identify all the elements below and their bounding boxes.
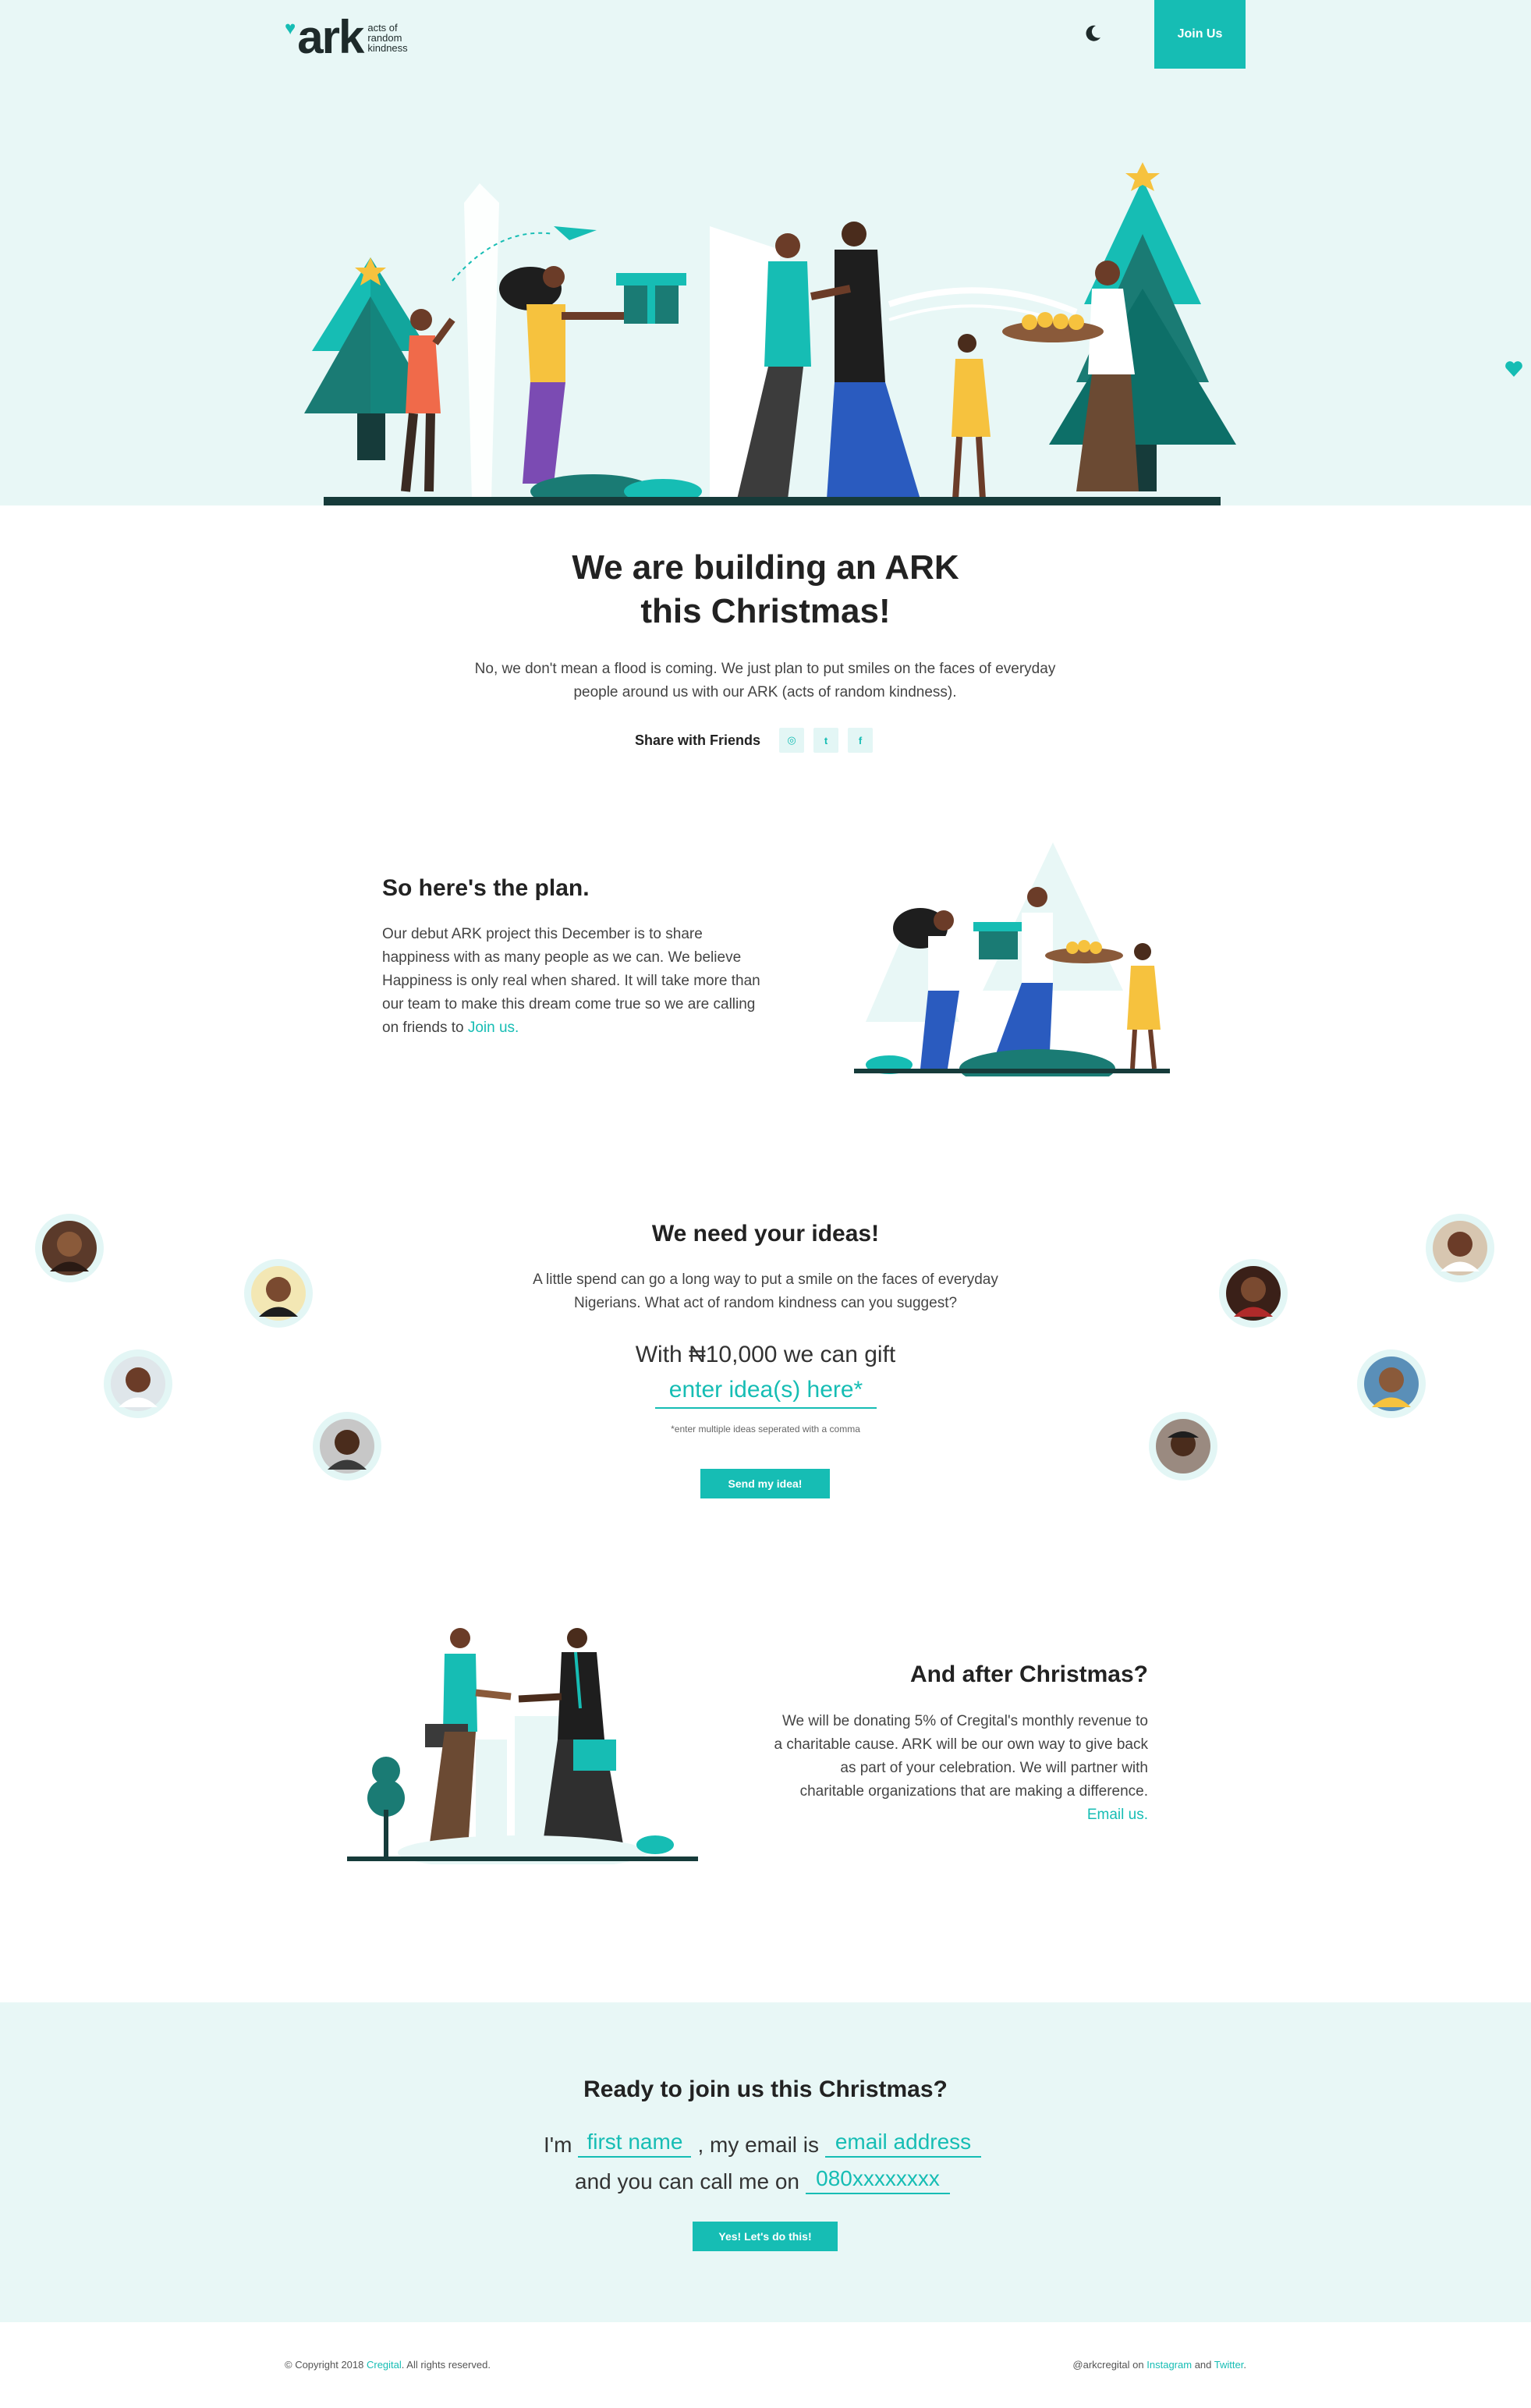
copyright: © Copyright 2018 Cregital. All rights re… [285, 2359, 491, 2371]
idea-input[interactable] [655, 1373, 877, 1409]
twitter-icon[interactable]: t [813, 728, 839, 753]
after-christmas-text: We will be donating 5% of Cregital's mon… [774, 1713, 1148, 1823]
join-us-button[interactable]: Join Us [1154, 0, 1246, 69]
moon-icon[interactable] [1083, 23, 1103, 44]
email-prefix-label: , my email is [697, 2133, 820, 2157]
after-christmas-title: And after Christmas? [909, 1661, 1148, 1687]
email-input[interactable] [825, 2128, 982, 2158]
instagram-link[interactable]: Instagram [1146, 2359, 1192, 2371]
facebook-icon[interactable]: f [848, 728, 874, 753]
avatar [313, 1412, 381, 1481]
join-line-name-email: I'm , my email is [0, 2128, 1531, 2158]
plan-title: So here's the plan. [382, 875, 590, 901]
cregital-link[interactable]: Cregital [367, 2359, 402, 2371]
send-idea-button[interactable]: Send my idea! [700, 1469, 830, 1498]
idea-hint: *enter multiple ideas seperated with a c… [671, 1424, 860, 1435]
share-label: Share with Friends [635, 732, 761, 748]
logo-word: ark [297, 11, 364, 63]
first-name-input[interactable] [578, 2128, 692, 2158]
intro-description: No, we don't mean a flood is coming. We … [474, 661, 1056, 700]
share-row: Share with Friends ◎ t f [635, 727, 882, 754]
avatar [1219, 1259, 1288, 1328]
email-us-link[interactable]: Email us. [1087, 1807, 1148, 1823]
avatar [1149, 1412, 1217, 1481]
join-us-link[interactable]: Join us. [468, 1020, 519, 1036]
twitter-link[interactable]: Twitter [1214, 2359, 1244, 2371]
join-section [0, 2002, 1531, 2322]
plan-text: Our debut ARK project this December is t… [382, 926, 760, 1036]
instagram-icon[interactable]: ◎ [779, 728, 805, 753]
avatar [244, 1259, 313, 1328]
join-submit-button[interactable]: Yes! Let's do this! [693, 2222, 838, 2251]
ark-logo[interactable]: ♥ ark acts of random kindness [285, 14, 408, 61]
join-line-phone: and you can call me on [0, 2165, 1531, 2194]
page-title: We are building an ARK this Christmas! [572, 548, 959, 630]
hero-illustration [304, 162, 1236, 505]
ideas-description: A little spend can go a long way to put … [533, 1271, 998, 1311]
heart-icon: ♥ [285, 18, 296, 39]
hero-section: ♥ ark acts of random kindness Join Us [0, 0, 1531, 505]
join-title: Ready to join us this Christmas? [583, 2076, 948, 2102]
social-handle: @arkcregital on Instagram and Twitter. [1072, 2359, 1246, 2371]
ideas-title: We need your ideas! [651, 1221, 880, 1247]
after-christmas-illustration [347, 1628, 698, 1864]
gift-line: With ₦10,000 we can gift [635, 1342, 896, 1367]
heart-icon[interactable] [1504, 359, 1524, 379]
plan-illustration [854, 842, 1170, 1076]
phone-input[interactable] [805, 2165, 950, 2194]
logo-tagline: acts of random kindness [367, 21, 408, 54]
phone-prefix-label: and you can call me on [575, 2169, 799, 2193]
im-label: I'm [543, 2133, 572, 2157]
